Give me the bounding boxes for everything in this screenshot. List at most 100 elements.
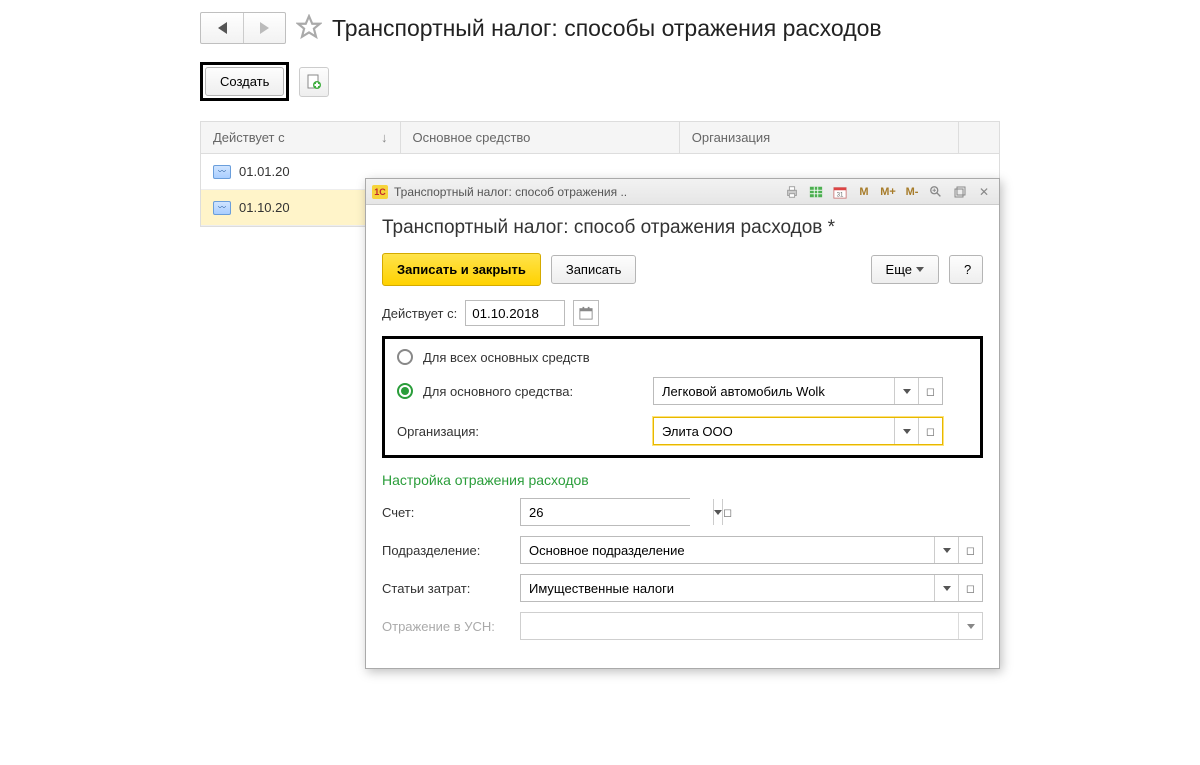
m-plus-button[interactable]: M+ bbox=[879, 183, 897, 201]
open-icon: ◻ bbox=[926, 385, 935, 398]
dialog-actions: Записать и закрыть Записать Еще ? bbox=[382, 253, 983, 286]
zoom-icon[interactable] bbox=[927, 183, 945, 201]
account-row: Счет: ◻ bbox=[382, 498, 983, 526]
org-label: Организация: bbox=[397, 424, 643, 439]
org-row: Организация: ◻ bbox=[397, 417, 968, 445]
account-input[interactable] bbox=[521, 499, 713, 525]
dialog-header: Транспортный налог: способ отражения рас… bbox=[382, 217, 983, 239]
chevron-down-icon bbox=[714, 510, 722, 515]
forward-button[interactable] bbox=[243, 13, 285, 43]
dept-row: Подразделение: ◻ bbox=[382, 536, 983, 564]
chevron-down-icon bbox=[943, 586, 951, 591]
more-button[interactable]: Еще bbox=[871, 255, 939, 284]
asset-input[interactable] bbox=[654, 378, 894, 404]
dept-open-button[interactable]: ◻ bbox=[958, 537, 982, 563]
radio-all[interactable] bbox=[397, 349, 413, 365]
chevron-down-icon bbox=[967, 624, 975, 629]
arrow-right-icon bbox=[260, 22, 269, 34]
m-button[interactable]: M bbox=[855, 183, 873, 201]
asset-combo[interactable]: ◻ bbox=[653, 377, 943, 405]
save-button[interactable]: Записать bbox=[551, 255, 637, 284]
dialog-titlebar[interactable]: 1C Транспортный налог: способ отражения … bbox=[366, 179, 999, 205]
arrow-left-icon bbox=[218, 22, 227, 34]
radio-all-row[interactable]: Для всех основных средств bbox=[397, 349, 968, 365]
close-icon[interactable]: ✕ bbox=[975, 183, 993, 201]
create-button[interactable]: Создать bbox=[205, 67, 284, 96]
create-highlight: Создать bbox=[200, 62, 289, 101]
dept-input[interactable] bbox=[521, 537, 934, 563]
chevron-down-icon bbox=[943, 548, 951, 553]
usn-row: Отражение в УСН: bbox=[382, 612, 983, 640]
radio-asset-row[interactable]: Для основного средства: ◻ bbox=[397, 377, 968, 405]
dialog: 1C Транспортный налог: способ отражения … bbox=[365, 178, 1000, 669]
org-combo[interactable]: ◻ bbox=[653, 417, 943, 445]
account-open-button[interactable]: ◻ bbox=[722, 499, 732, 525]
m-minus-button[interactable]: M- bbox=[903, 183, 921, 201]
row-date: 01.01.20 bbox=[239, 164, 290, 179]
dept-combo[interactable]: ◻ bbox=[520, 536, 983, 564]
account-combo[interactable]: ◻ bbox=[520, 498, 690, 526]
asset-dropdown-button[interactable] bbox=[894, 378, 918, 404]
open-icon: ◻ bbox=[966, 544, 975, 557]
chevron-down-icon bbox=[903, 389, 911, 394]
topbar: Транспортный налог: способы отражения ра… bbox=[200, 12, 1200, 44]
cost-label: Статьи затрат: bbox=[382, 581, 512, 596]
cost-input[interactable] bbox=[521, 575, 934, 601]
usn-input[interactable] bbox=[521, 613, 958, 639]
cost-open-button[interactable]: ◻ bbox=[958, 575, 982, 601]
account-label: Счет: bbox=[382, 505, 512, 520]
new-doc-button[interactable] bbox=[299, 67, 329, 97]
cost-combo[interactable]: ◻ bbox=[520, 574, 983, 602]
effective-label: Действует с: bbox=[382, 306, 457, 321]
calendar-button[interactable] bbox=[573, 300, 599, 326]
org-dropdown-button[interactable] bbox=[894, 418, 918, 444]
dialog-window-title: Транспортный налог: способ отражения .. bbox=[394, 185, 627, 199]
save-close-button[interactable]: Записать и закрыть bbox=[382, 253, 541, 286]
radio-all-label: Для всех основных средств bbox=[423, 350, 590, 365]
open-icon: ◻ bbox=[723, 506, 732, 519]
org-open-button[interactable]: ◻ bbox=[918, 418, 942, 444]
col-extra bbox=[959, 122, 999, 153]
table-header: Действует с ↓ Основное средство Организа… bbox=[201, 122, 999, 154]
table-icon[interactable] bbox=[807, 183, 825, 201]
calendar-icon[interactable]: 31 bbox=[831, 183, 849, 201]
row-icon: 〰 bbox=[213, 165, 231, 179]
effective-date-input[interactable] bbox=[465, 300, 565, 326]
org-input[interactable] bbox=[654, 418, 894, 444]
sort-down-icon: ↓ bbox=[381, 130, 388, 145]
radio-asset[interactable] bbox=[397, 383, 413, 399]
account-dropdown-button[interactable] bbox=[713, 499, 722, 525]
nav-buttons bbox=[200, 12, 286, 44]
more-label: Еще bbox=[886, 262, 912, 277]
row-icon: 〰 bbox=[213, 201, 231, 215]
col-asset[interactable]: Основное средство bbox=[401, 122, 680, 153]
asset-open-button[interactable]: ◻ bbox=[918, 378, 942, 404]
oneC-icon: 1C bbox=[372, 185, 388, 199]
usn-dropdown-button[interactable] bbox=[958, 613, 982, 639]
cost-dropdown-button[interactable] bbox=[934, 575, 958, 601]
dept-label: Подразделение: bbox=[382, 543, 512, 558]
chevron-down-icon bbox=[903, 429, 911, 434]
cost-row: Статьи затрат: ◻ bbox=[382, 574, 983, 602]
restore-icon[interactable] bbox=[951, 183, 969, 201]
dept-dropdown-button[interactable] bbox=[934, 537, 958, 563]
highlighted-section: Для всех основных средств Для основного … bbox=[382, 336, 983, 458]
help-button[interactable]: ? bbox=[949, 255, 983, 284]
toolbar: Создать bbox=[200, 62, 1200, 101]
section-title: Настройка отражения расходов bbox=[382, 472, 983, 488]
chevron-down-icon bbox=[916, 267, 924, 272]
page-title: Транспортный налог: способы отражения ра… bbox=[332, 15, 882, 42]
usn-label: Отражение в УСН: bbox=[382, 619, 512, 634]
back-button[interactable] bbox=[201, 13, 243, 43]
print-icon[interactable] bbox=[783, 183, 801, 201]
col-org[interactable]: Организация bbox=[680, 122, 959, 153]
col-date[interactable]: Действует с ↓ bbox=[201, 122, 401, 153]
col-date-label: Действует с bbox=[213, 130, 285, 145]
open-icon: ◻ bbox=[966, 582, 975, 595]
row-date: 01.10.20 bbox=[239, 200, 290, 215]
svg-text:31: 31 bbox=[837, 191, 844, 198]
favorite-icon[interactable] bbox=[296, 14, 322, 43]
effective-date-row: Действует с: bbox=[382, 300, 983, 326]
usn-combo[interactable] bbox=[520, 612, 983, 640]
open-icon: ◻ bbox=[926, 425, 935, 438]
